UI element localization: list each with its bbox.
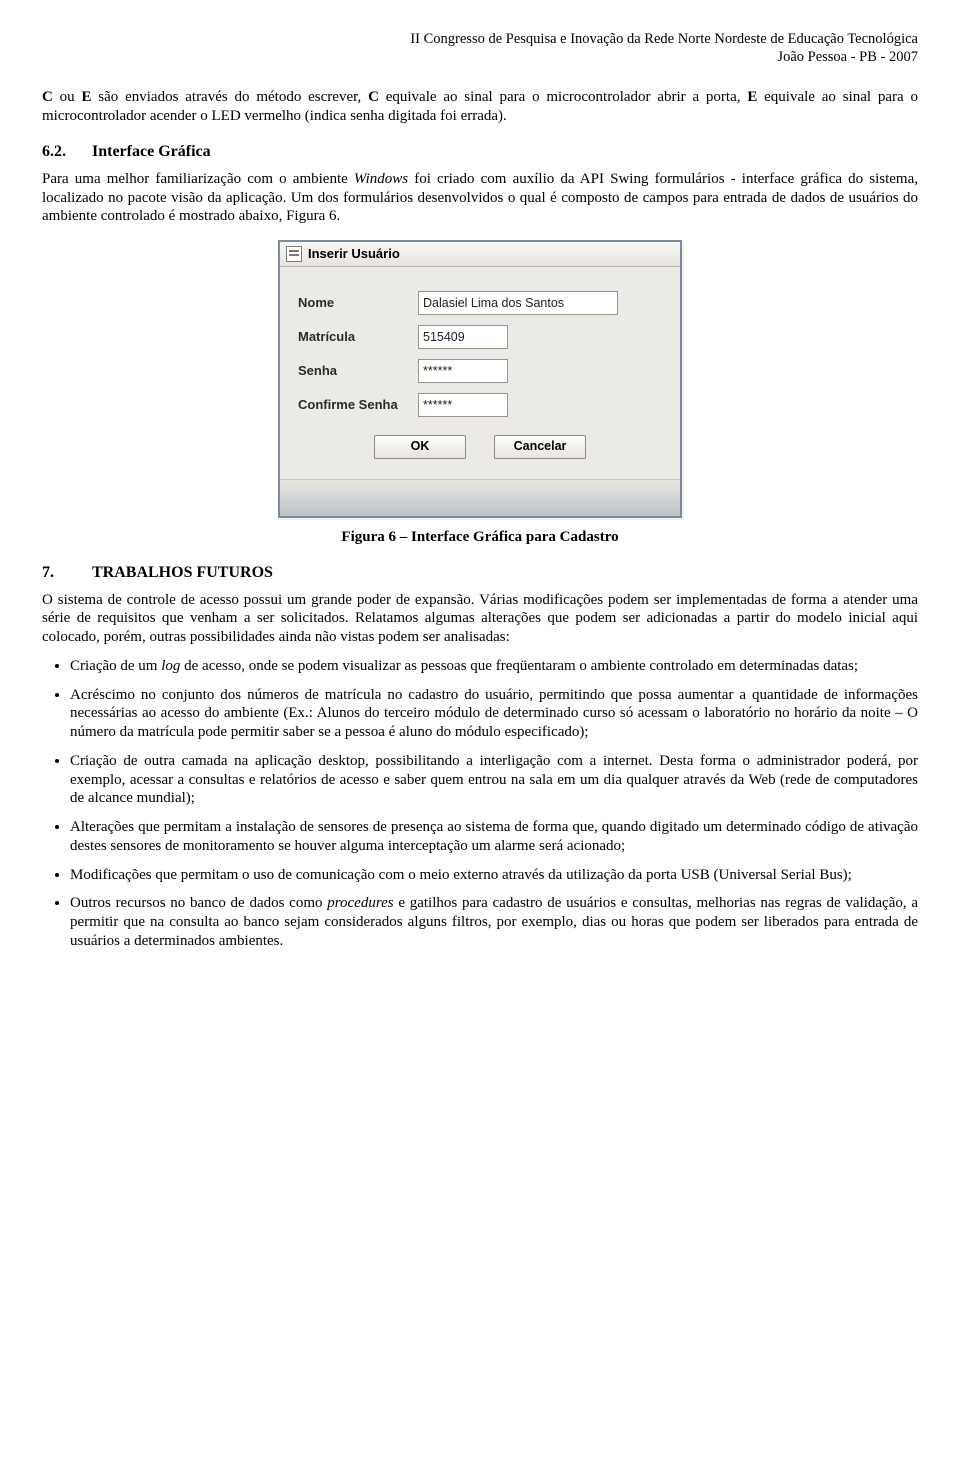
text: equivale ao sinal para o microcontrolado… [379, 89, 747, 105]
section-6-2-title: 6.2.Interface Gráfica [42, 142, 918, 162]
row-senha: Senha ****** [298, 359, 662, 383]
list-item: Criação de outra camada na aplicação des… [70, 752, 918, 808]
row-confirme: Confirme Senha ****** [298, 393, 662, 417]
label-confirme: Confirme Senha [298, 397, 418, 413]
dialog-title: Inserir Usuário [308, 246, 400, 262]
list-item: Alterações que permitam a instalação de … [70, 818, 918, 856]
bold-c2: C [368, 89, 379, 105]
ok-button[interactable]: OK [374, 435, 466, 459]
header-line-2: João Pessoa - PB - 2007 [42, 48, 918, 66]
text: são enviados através do método escrever, [91, 89, 368, 105]
figure-6: Inserir Usuário Nome Dalasiel Lima dos S… [42, 240, 918, 518]
input-nome[interactable]: Dalasiel Lima dos Santos [418, 291, 618, 315]
page-header: II Congresso de Pesquisa e Inovação da R… [42, 30, 918, 66]
label-senha: Senha [298, 363, 418, 379]
label-nome: Nome [298, 295, 418, 311]
text: Criação de um [70, 658, 161, 674]
label-matricula: Matrícula [298, 329, 418, 345]
bold-e2: E [747, 89, 757, 105]
text: de acesso, onde se podem visualizar as p… [180, 658, 858, 674]
input-matricula[interactable]: 515409 [418, 325, 508, 349]
window-icon [286, 246, 302, 262]
text: ou [53, 89, 82, 105]
list-item: Acréscimo no conjunto dos números de mat… [70, 686, 918, 742]
paragraph-interface: Para uma melhor familiarização com o amb… [42, 170, 918, 226]
text: Outros recursos no banco de dados como [70, 895, 327, 911]
header-line-1: II Congresso de Pesquisa e Inovação da R… [42, 30, 918, 48]
dialog-titlebar[interactable]: Inserir Usuário [280, 242, 680, 267]
section-7-title: 7.TRABALHOS FUTUROS [42, 563, 918, 583]
bold-c: C [42, 89, 53, 105]
future-work-list: Criação de um log de acesso, onde se pod… [42, 657, 918, 951]
paragraph-future: O sistema de controle de acesso possui u… [42, 591, 918, 647]
list-item: Outros recursos no banco de dados como p… [70, 894, 918, 950]
section-number: 6.2. [42, 142, 92, 162]
section-heading: TRABALHOS FUTUROS [92, 564, 273, 581]
paragraph-intro: C ou E são enviados através do método es… [42, 88, 918, 126]
bold-e: E [81, 89, 91, 105]
text: Para uma melhor familiarização com o amb… [42, 171, 354, 187]
section-heading: Interface Gráfica [92, 143, 211, 160]
list-item: Criação de um log de acesso, onde se pod… [70, 657, 918, 676]
row-nome: Nome Dalasiel Lima dos Santos [298, 291, 662, 315]
input-confirme[interactable]: ****** [418, 393, 508, 417]
italic-procedures: procedures [327, 895, 393, 911]
section-number: 7. [42, 563, 92, 583]
dialog-button-row: OK Cancelar [298, 435, 662, 459]
figure-6-caption: Figura 6 – Interface Gráfica para Cadast… [42, 528, 918, 547]
italic-log: log [161, 658, 180, 674]
row-matricula: Matrícula 515409 [298, 325, 662, 349]
insert-user-dialog: Inserir Usuário Nome Dalasiel Lima dos S… [278, 240, 682, 518]
dialog-bottom-strip [280, 479, 680, 516]
list-item: Modificações que permitam o uso de comun… [70, 866, 918, 885]
dialog-body: Nome Dalasiel Lima dos Santos Matrícula … [280, 267, 680, 479]
input-senha[interactable]: ****** [418, 359, 508, 383]
cancel-button[interactable]: Cancelar [494, 435, 586, 459]
italic-windows: Windows [354, 171, 408, 187]
